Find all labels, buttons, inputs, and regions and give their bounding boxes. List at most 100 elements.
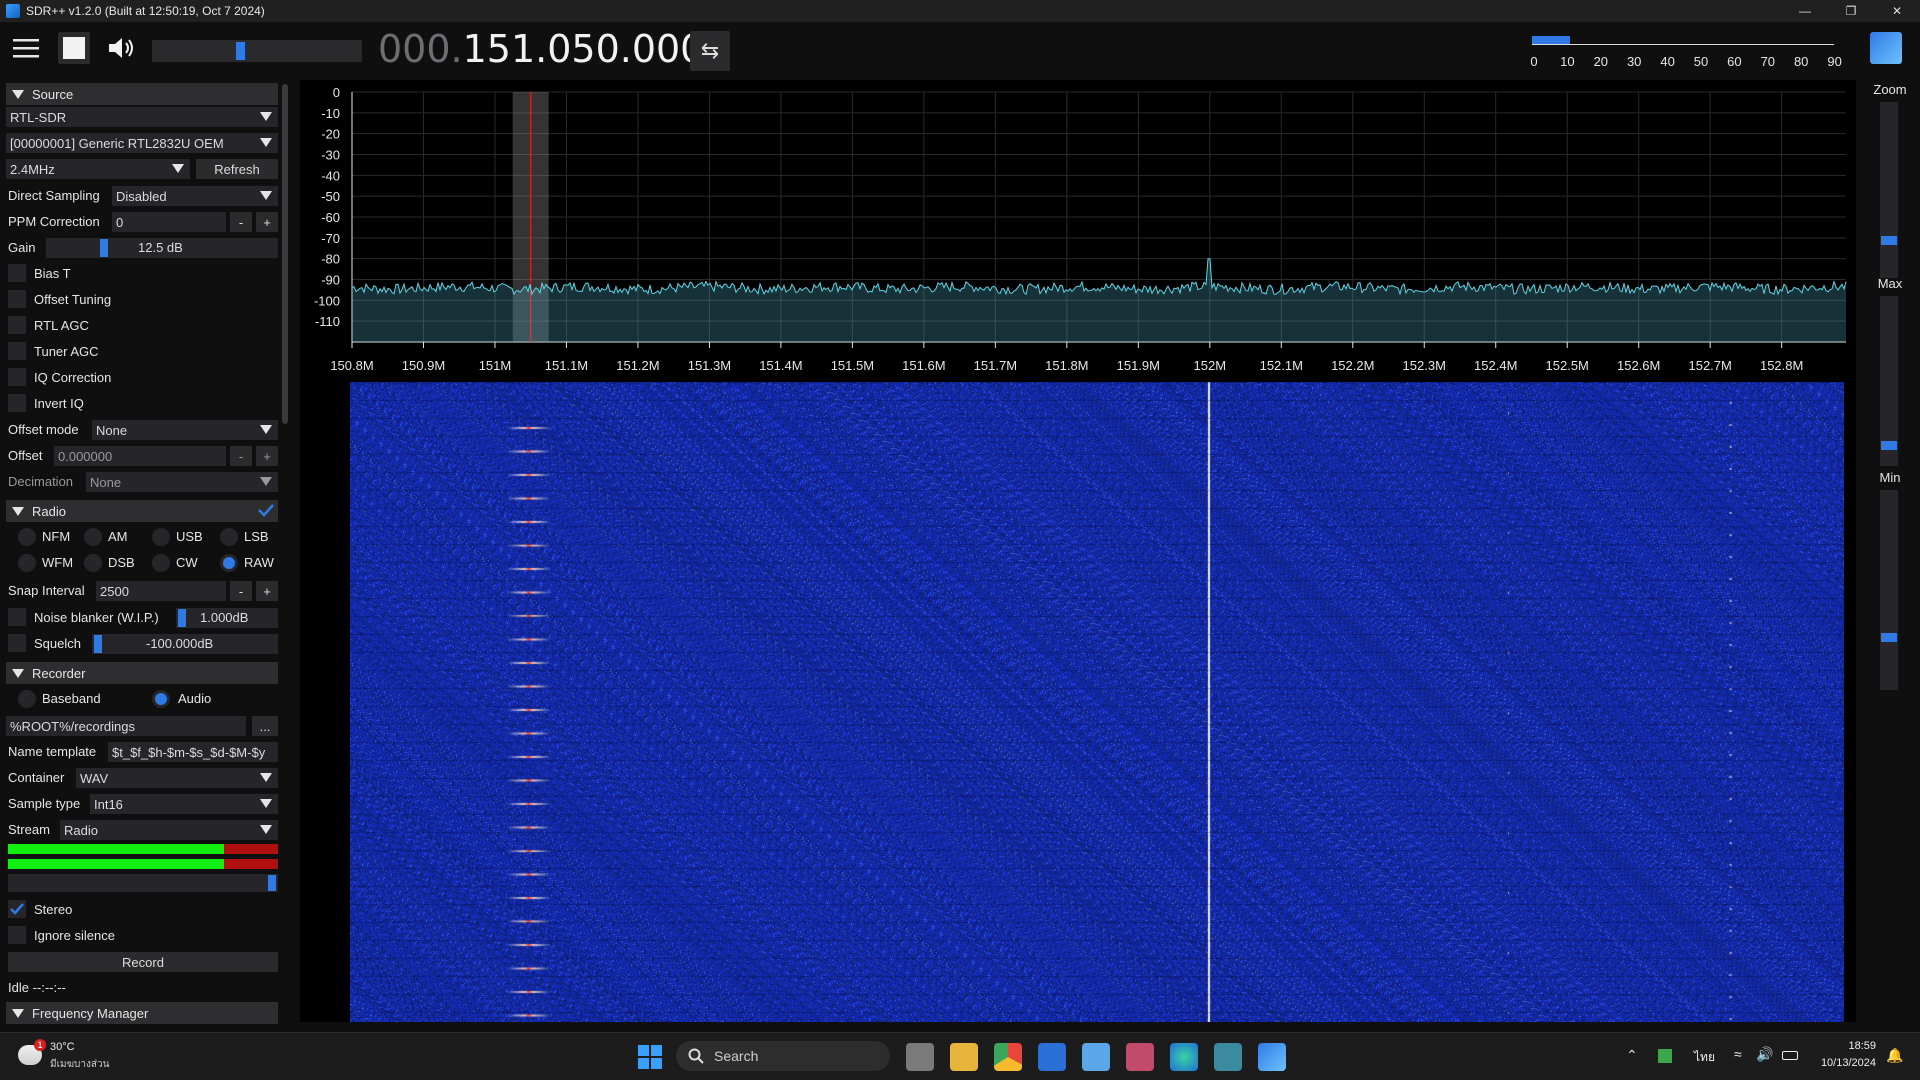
min-slider-thumb[interactable] [1881, 633, 1897, 643]
offset-tuning-checkbox[interactable] [8, 290, 26, 308]
input-language[interactable]: ไทย [1694, 1048, 1715, 1067]
zoom-slider-thumb[interactable] [1881, 235, 1897, 245]
squelch-slider[interactable]: -100.000dB [92, 634, 278, 654]
offset-minus-button[interactable]: - [230, 446, 252, 466]
stereo-checkbox[interactable] [8, 900, 26, 918]
radio-header[interactable]: Radio [6, 500, 278, 522]
baseband-radio[interactable] [18, 690, 36, 708]
samplerate-select[interactable]: 2.4MHz [6, 159, 190, 179]
ignore-silence-checkbox[interactable] [8, 926, 26, 944]
mode-radio-am[interactable] [84, 528, 102, 546]
name-template-input[interactable]: $t_$f_$h-$m-$s_$d-$M-$y [108, 742, 278, 762]
calculator-icon[interactable] [1126, 1043, 1154, 1071]
swap-icon[interactable]: ⇆ [690, 31, 730, 71]
wifi-icon[interactable]: ≈ [1734, 1046, 1742, 1062]
direct-sampling-select[interactable]: Disabled [112, 186, 278, 206]
close-button[interactable]: ✕ [1874, 0, 1920, 22]
sample-type-select[interactable]: Int16 [90, 794, 278, 814]
volume-slider[interactable] [152, 40, 362, 62]
recordings-path-input[interactable]: %ROOT%/recordings [6, 716, 246, 736]
stop-button[interactable] [58, 32, 90, 64]
mute-button[interactable] [106, 32, 138, 64]
offset-mode-select[interactable]: None [92, 420, 278, 440]
battery-icon[interactable] [1782, 1051, 1798, 1060]
source-select[interactable]: RTL-SDR [6, 107, 278, 127]
taskbar-search[interactable]: Search [676, 1041, 890, 1071]
snap-interval-input[interactable]: 2500 [96, 581, 226, 601]
clock-time[interactable]: 18:59 [1814, 1040, 1876, 1052]
audio-radio[interactable] [152, 690, 170, 708]
ppm-plus-button[interactable]: + [256, 212, 278, 232]
mode-radio-cw[interactable] [152, 554, 170, 572]
min-slider[interactable] [1880, 490, 1898, 690]
rtl-agc-checkbox[interactable] [8, 316, 26, 334]
checkmark-icon[interactable] [258, 503, 274, 517]
device-select[interactable]: [00000001] Generic RTL2832U OEM [6, 133, 278, 153]
stream-select[interactable]: Radio [60, 820, 278, 840]
invert-iq-checkbox[interactable] [8, 394, 26, 412]
mode-radio-dsb[interactable] [84, 554, 102, 572]
noise-blanker-slider[interactable]: 1.000dB [176, 608, 278, 628]
snap-minus-button[interactable]: - [230, 581, 252, 601]
audio-gain-slider-thumb[interactable] [268, 875, 276, 891]
mode-radio-nfm[interactable] [18, 528, 36, 546]
noise-blanker-slider-thumb[interactable] [178, 609, 186, 627]
mode-radio-usb[interactable] [152, 528, 170, 546]
snap-plus-button[interactable]: + [256, 581, 278, 601]
bias-t-checkbox[interactable] [8, 264, 26, 282]
mode-radio-lsb[interactable] [220, 528, 238, 546]
squelch-slider-thumb[interactable] [94, 635, 102, 653]
iq-correction-checkbox[interactable] [8, 368, 26, 386]
clock-date[interactable]: 10/13/2024 [1806, 1057, 1876, 1069]
ppm-minus-button[interactable]: - [230, 212, 252, 232]
maximize-button[interactable]: ❐ [1828, 0, 1874, 22]
recorder-header[interactable]: Recorder [6, 662, 278, 684]
audio-gain-slider[interactable] [8, 874, 278, 892]
gain-slider[interactable]: 12.5 dB [46, 238, 278, 258]
fft-plot[interactable]: 0 -10 -20 -30 -40 -50 -60 -70 -80 -90 -100 -110 150.… [300, 80, 1856, 382]
edge-icon[interactable] [1170, 1043, 1198, 1071]
chrome-icon[interactable] [994, 1043, 1022, 1071]
waterfall-canvas[interactable] [350, 382, 1844, 1022]
network-app-icon[interactable] [1214, 1043, 1242, 1071]
max-slider-thumb[interactable] [1881, 440, 1897, 450]
source-header[interactable]: Source [6, 83, 278, 105]
tray-app-icon[interactable] [1658, 1049, 1672, 1063]
volume-slider-thumb[interactable] [236, 42, 245, 60]
frequency-digits[interactable]: 151.050.000 [463, 27, 705, 71]
start-button[interactable] [638, 1045, 662, 1069]
menu-button[interactable] [10, 32, 42, 64]
task-view-icon[interactable] [906, 1043, 934, 1071]
notification-bell-icon[interactable]: 🔔 [1886, 1047, 1903, 1064]
sdrpp-taskbar-icon[interactable] [1258, 1043, 1286, 1071]
fft-panel[interactable]: 0 -10 -20 -30 -40 -50 -60 -70 -80 -90 -100 -110 150.… [300, 80, 1856, 382]
max-slider[interactable] [1880, 296, 1898, 466]
waterfall-panel[interactable] [300, 382, 1856, 1022]
browse-button[interactable]: ... [252, 716, 278, 736]
weather-widget[interactable]: 1 30°C มีเมฆบางส่วน [18, 1039, 128, 1073]
gain-slider-thumb[interactable] [100, 239, 108, 257]
refresh-button[interactable]: Refresh [196, 159, 278, 179]
frequency-manager-header[interactable]: Frequency Manager [6, 1002, 278, 1024]
ppm-input[interactable]: 0 [112, 212, 226, 232]
container-select[interactable]: WAV [76, 768, 278, 788]
squelch-checkbox[interactable] [8, 634, 26, 652]
decimation-select[interactable]: None [86, 472, 278, 492]
zoom-slider[interactable] [1880, 102, 1898, 278]
offset-input[interactable]: 0.000000 [54, 446, 226, 466]
mode-radio-wfm[interactable] [18, 554, 36, 572]
sdrpp-logo-icon[interactable] [1870, 32, 1902, 64]
remote-desktop-icon[interactable] [1082, 1043, 1110, 1071]
minimize-button[interactable]: — [1782, 0, 1828, 22]
file-explorer-icon[interactable] [950, 1043, 978, 1071]
sidebar-scrollbar[interactable] [282, 84, 288, 424]
chevron-up-icon[interactable]: ⌃ [1626, 1047, 1638, 1064]
store-icon[interactable] [1038, 1043, 1066, 1071]
tuner-agc-checkbox[interactable] [8, 342, 26, 360]
mode-radio-raw[interactable] [220, 554, 238, 572]
record-button[interactable]: Record [8, 952, 278, 972]
noise-blanker-checkbox[interactable] [8, 608, 26, 626]
offset-plus-button[interactable]: + [256, 446, 278, 466]
volume-icon[interactable]: 🔊 [1756, 1046, 1773, 1063]
frequency-leading-digits[interactable]: 000. [378, 27, 463, 71]
